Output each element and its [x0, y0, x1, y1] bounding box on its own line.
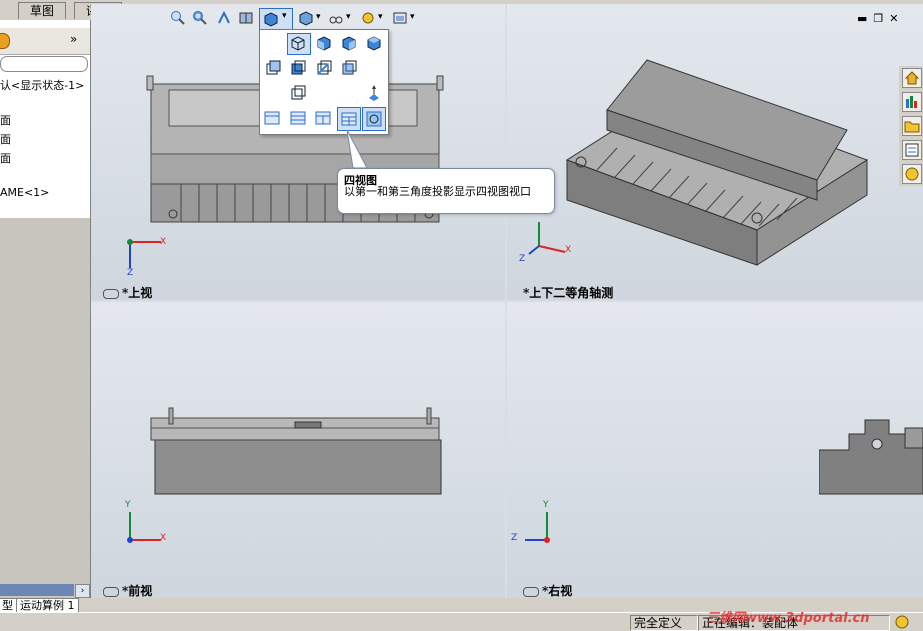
filter-input[interactable]: [0, 56, 88, 72]
horizontal-scrollbar[interactable]: [0, 584, 74, 596]
view-orientation-button[interactable]: ▾: [259, 8, 293, 30]
link-views-icon[interactable]: [103, 288, 119, 299]
axis-z-label: Z: [519, 254, 526, 264]
view-orientation-flyout: [259, 29, 389, 135]
isometric-view-icon: [291, 36, 305, 51]
axis-x-label: X: [160, 237, 167, 247]
viewport-front[interactable]: Y X *前视: [91, 302, 505, 598]
help-icon[interactable]: [894, 614, 910, 630]
close-icon[interactable]: ✕: [889, 12, 904, 25]
feature-manager-panel: » 认<显示状态-1> 面 面 面 AME<1> ›: [0, 20, 91, 598]
viewport-label-top: *上视: [103, 284, 152, 301]
model-tabs: 型 运动算例 1: [0, 598, 200, 613]
part-right-view: [819, 419, 923, 495]
triad-isometric: [528, 222, 566, 255]
viewport-label-front: *前视: [103, 582, 152, 599]
zoom-to-fit-icon[interactable]: [170, 10, 186, 26]
feature-manager-icon[interactable]: [0, 33, 10, 49]
tree-item-plane[interactable]: 面: [0, 131, 11, 147]
bottom-view-icon[interactable]: [316, 60, 332, 76]
axis-z-label: Z: [511, 533, 518, 543]
axis-z-label: Z: [127, 268, 134, 278]
graphics-area[interactable]: X Z *上视 ▬❐✕ X Z *上下二等角轴测 Y X *前视 Y Z *右视: [91, 4, 923, 598]
tooltip-pointer: [346, 130, 368, 169]
scroll-right-icon[interactable]: ›: [75, 584, 90, 598]
tab-sketch[interactable]: 草图: [18, 2, 66, 19]
four-view-button[interactable]: [337, 107, 361, 131]
viewport-label-isometric: *上下二等角轴测: [523, 286, 614, 300]
tree-item-display-state[interactable]: 认<显示状态-1>: [0, 77, 84, 93]
design-library-icon[interactable]: [902, 92, 922, 112]
appearances-icon[interactable]: [902, 164, 922, 184]
dropdown-arrow-icon[interactable]: ▾: [410, 12, 415, 22]
axis-x-label: X: [160, 533, 167, 543]
view-cube-icon: [264, 12, 278, 27]
tree-item-frame[interactable]: AME<1>: [0, 186, 49, 199]
single-view-icon[interactable]: [264, 110, 280, 126]
window-controls[interactable]: ▬❐✕: [857, 12, 905, 25]
dimetric-view-icon[interactable]: [341, 60, 357, 76]
axis-x-label: X: [565, 245, 572, 255]
viewport-isometric[interactable]: ▬❐✕ X Z *上下二等角轴测: [507, 4, 923, 300]
minimize-icon[interactable]: ▬: [857, 12, 873, 25]
dropdown-arrow-icon: ▾: [282, 11, 287, 21]
apply-scene-icon[interactable]: [392, 10, 408, 26]
viewport-label-right: *右视: [523, 582, 572, 599]
tooltip-description: 以第一和第三角度投影显示四视图视口: [344, 185, 531, 198]
file-explorer-icon[interactable]: [902, 116, 922, 136]
link-views-icon: [366, 111, 382, 127]
zoom-to-area-icon[interactable]: [192, 10, 208, 26]
axis-y-label: Y: [125, 500, 131, 510]
two-view-vertical-icon[interactable]: [315, 110, 331, 126]
trimetric-view-icon[interactable]: [290, 85, 306, 101]
viewport-right[interactable]: Y Z *右视: [507, 302, 923, 598]
display-style-icon[interactable]: [298, 10, 314, 26]
previous-view-icon[interactable]: [216, 10, 232, 26]
dropdown-arrow-icon[interactable]: ▾: [378, 12, 383, 22]
link-views-icon[interactable]: [103, 586, 119, 597]
view-palette-icon[interactable]: [902, 140, 922, 160]
tree-item-plane[interactable]: 面: [0, 112, 11, 128]
tab-model[interactable]: 型: [0, 598, 17, 613]
restore-icon[interactable]: ❐: [873, 12, 889, 25]
view-selector-icon[interactable]: [366, 85, 382, 101]
triad-right: [525, 512, 550, 543]
part-front-view: [150, 407, 442, 495]
dropdown-arrow-icon[interactable]: ▾: [316, 12, 321, 22]
heads-up-view-toolbar: ▾ ▾ ▾ ▾ ▾: [170, 8, 420, 30]
tab-motion-study[interactable]: 运动算例 1: [16, 598, 79, 613]
section-view-icon[interactable]: [238, 10, 254, 26]
link-views-icon[interactable]: [523, 586, 539, 597]
home-icon[interactable]: [902, 68, 922, 88]
tree-item-plane[interactable]: 面: [0, 150, 11, 166]
front-view-icon[interactable]: [316, 35, 332, 51]
part-isometric-view: [565, 59, 869, 266]
status-bar: 完全定义 正在编辑：装配体 三维网www.3dportal.cn: [0, 611, 923, 631]
left-view-icon[interactable]: [366, 35, 382, 51]
hide-show-items-icon[interactable]: [328, 10, 344, 26]
back-view-icon[interactable]: [341, 35, 357, 51]
two-view-horizontal-icon[interactable]: [290, 110, 306, 126]
top-view-icon[interactable]: [290, 60, 306, 76]
collapse-chevron-icon[interactable]: »: [70, 32, 77, 46]
axis-y-label: Y: [543, 500, 549, 510]
edit-appearance-icon[interactable]: [360, 10, 376, 26]
feature-manager-header: »: [0, 28, 90, 55]
right-view-icon[interactable]: [265, 60, 281, 76]
four-view-tooltip: 四视图 以第一和第三角度投影显示四视图视口: [337, 168, 555, 214]
four-view-icon: [341, 112, 357, 126]
dropdown-arrow-icon[interactable]: ▾: [346, 12, 351, 22]
task-pane-tabs: [899, 66, 923, 186]
status-definition: 完全定义: [630, 615, 698, 631]
watermark-text: 三维网www.3dportal.cn: [706, 611, 870, 626]
property-area: [0, 218, 90, 598]
link-views-button[interactable]: [362, 107, 386, 131]
